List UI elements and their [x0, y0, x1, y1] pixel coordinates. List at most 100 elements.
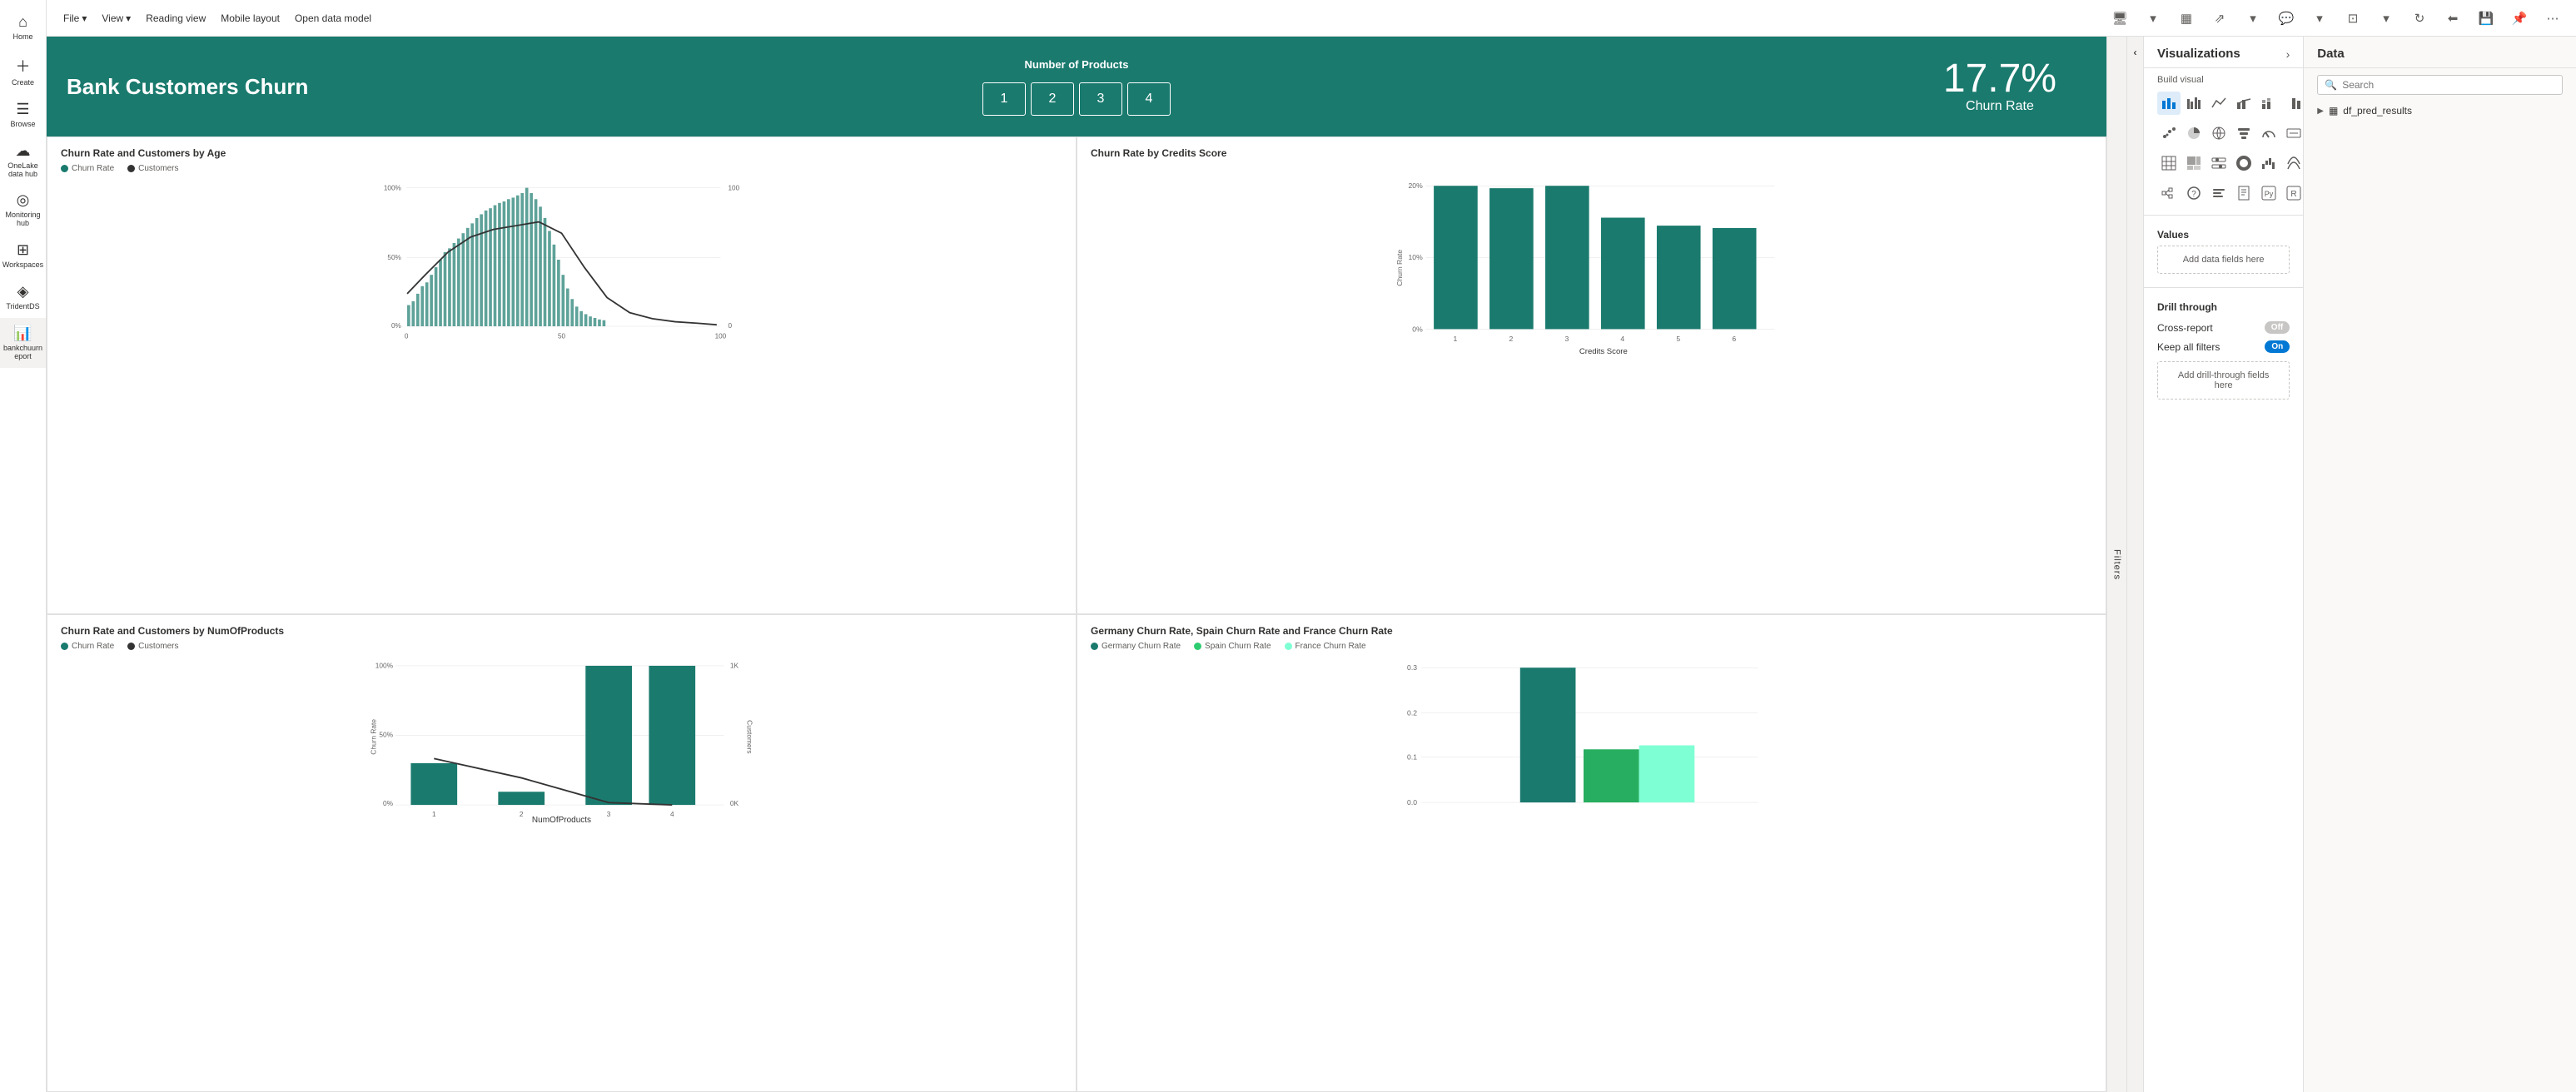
chart-age-legend: Churn Rate Customers [61, 164, 1062, 173]
reading-view-btn[interactable]: Reading view [139, 9, 212, 27]
topbar-menu: File ▾ View ▾ Reading view Mobile layout… [57, 9, 378, 27]
view-menu[interactable]: View ▾ [95, 9, 137, 27]
search-icon: 🔍 [2325, 79, 2337, 91]
sidebar-item-onelake[interactable]: ☁ OneLakedata hub [0, 136, 46, 186]
monitor-icon-btn[interactable]: 🖥 [2106, 5, 2133, 32]
viz-funnel-icon[interactable] [2232, 122, 2255, 145]
chart-numproducts-legend: Churn Rate Customers [61, 642, 1062, 651]
viz-column-chart-icon[interactable] [2282, 92, 2304, 115]
viz-scatter-icon[interactable] [2157, 122, 2181, 145]
more-icon-btn[interactable]: ⋯ [2539, 5, 2566, 32]
keep-filters-toggle[interactable]: On [2265, 340, 2290, 353]
sidebar-label-monitoring: Monitoringhub [5, 211, 40, 228]
table-icon-btn[interactable]: ▦ [2173, 5, 2200, 32]
viz-qa-icon[interactable]: ? [2182, 181, 2206, 205]
open-data-model-btn[interactable]: Open data model [288, 9, 378, 27]
chart-credits: Churn Rate by Credits Score 20% 10% 0% C… [1077, 136, 2106, 614]
viz-slicer-icon[interactable] [2207, 151, 2230, 175]
num-btn-2[interactable]: 2 [1031, 82, 1074, 116]
legend-dot-dark-1 [127, 165, 135, 172]
topbar-chevron-1[interactable]: ▾ [2140, 5, 2166, 32]
viz-donut-icon[interactable] [2232, 151, 2255, 175]
svg-text:Churn Rate: Churn Rate [1395, 250, 1404, 286]
frame-icon-btn[interactable]: ⊡ [2340, 5, 2366, 32]
mobile-layout-btn[interactable]: Mobile layout [214, 9, 286, 27]
viz-map-icon[interactable] [2207, 122, 2230, 145]
viz-panel: Visualizations › Build visual [2144, 37, 2304, 1092]
topbar-chevron-4[interactable]: ▾ [2373, 5, 2399, 32]
svg-text:?: ? [2191, 190, 2196, 199]
cross-report-toggle[interactable]: Off [2265, 321, 2290, 334]
viz-smart-narrative-icon[interactable] [2207, 181, 2230, 205]
filters-tab[interactable]: Filters [2106, 37, 2126, 1092]
keep-filters-label: Keep all filters [2157, 341, 2220, 353]
viz-waterfall-icon[interactable] [2257, 151, 2280, 175]
svg-text:2: 2 [1509, 335, 1514, 343]
num-btn-1[interactable]: 1 [982, 82, 1026, 116]
viz-combo-chart-icon[interactable] [2232, 92, 2255, 115]
viz-treemap-icon[interactable] [2182, 151, 2206, 175]
viz-expand-btn[interactable]: › [2286, 47, 2290, 61]
tridentds-icon: ◈ [17, 283, 29, 300]
svg-text:6: 6 [1732, 335, 1736, 343]
sidebar-item-report[interactable]: 📊 bankchuurneport [0, 318, 46, 368]
svg-text:Churn Rate: Churn Rate [370, 719, 378, 755]
svg-text:2: 2 [520, 810, 524, 817]
refresh-icon-btn[interactable]: ↻ [2406, 5, 2433, 32]
viz-line-chart-icon[interactable] [2207, 92, 2230, 115]
save-icon-btn[interactable]: 💾 [2473, 5, 2499, 32]
svg-text:3: 3 [607, 810, 611, 817]
num-btn-4[interactable]: 4 [1127, 82, 1171, 116]
viz-ribbon-icon[interactable] [2282, 151, 2304, 175]
credits-bar-1 [1434, 186, 1478, 329]
svg-text:0%: 0% [383, 799, 394, 807]
drillthrough-placeholder[interactable]: Add drill-through fields here [2157, 361, 2290, 400]
topbar-chevron-3[interactable]: ▾ [2306, 5, 2333, 32]
sidebar-item-workspaces[interactable]: ⊞ Workspaces [0, 235, 46, 276]
viz-card-icon[interactable] [2282, 122, 2304, 145]
share-icon-btn[interactable]: ⇗ [2206, 5, 2233, 32]
viz-paginated-icon[interactable] [2232, 181, 2255, 205]
data-tree-item-df[interactable]: ▶ ▦ df_pred_results [2304, 102, 2576, 120]
svg-text:50%: 50% [387, 254, 400, 261]
viz-grouped-bar-icon[interactable] [2182, 92, 2206, 115]
sidebar-item-home[interactable]: ⌂ Home [0, 7, 46, 48]
sidebar-item-create[interactable]: ＋ Create [0, 48, 46, 94]
back-icon-btn[interactable]: ⬅ [2439, 5, 2466, 32]
collapse-icon: ‹ [2134, 47, 2137, 58]
viz-stacked-bar-icon[interactable] [2257, 92, 2280, 115]
sidebar-label-browse: Browse [10, 121, 35, 129]
svg-text:100%: 100% [375, 662, 394, 670]
viz-pie-chart-icon[interactable] [2182, 122, 2206, 145]
comment-icon-btn[interactable]: 💬 [2273, 5, 2300, 32]
svg-text:0: 0 [405, 333, 409, 340]
spain-bar [1584, 749, 1639, 802]
collapse-btn[interactable]: ‹ [2127, 37, 2144, 1092]
legend-dot-germany [1091, 643, 1098, 650]
chart-credits-title: Churn Rate by Credits Score [1091, 147, 2092, 159]
credits-bar-5 [1657, 226, 1701, 329]
canvas: Bank Customers Churn Number of Products … [47, 37, 2106, 1092]
viz-matrix-icon[interactable] [2157, 151, 2181, 175]
viz-python-icon[interactable]: Py [2257, 181, 2280, 205]
sidebar-label-workspaces: Workspaces [2, 261, 43, 270]
viz-r-icon[interactable]: R [2282, 181, 2304, 205]
viz-gauge-icon[interactable] [2257, 122, 2280, 145]
values-section: Values Add data fields here [2144, 222, 2303, 280]
viz-bar-chart-icon[interactable] [2157, 92, 2181, 115]
drillthrough-section: Drill through Cross-report Off Keep all … [2144, 295, 2303, 406]
topbar-chevron-2[interactable]: ▾ [2240, 5, 2266, 32]
viz-decomp-icon[interactable] [2157, 181, 2181, 205]
chart-age: Churn Rate and Customers by Age Churn Ra… [47, 136, 1077, 614]
file-menu[interactable]: File ▾ [57, 9, 93, 27]
search-box: 🔍 [2317, 75, 2563, 95]
search-input[interactable] [2342, 79, 2555, 91]
values-placeholder[interactable]: Add data fields here [2157, 246, 2290, 274]
sidebar-label-create: Create [12, 79, 34, 87]
sidebar-item-browse[interactable]: ☰ Browse [0, 94, 46, 136]
legend-customers-3: Customers [127, 642, 178, 651]
num-btn-3[interactable]: 3 [1079, 82, 1122, 116]
pin-icon-btn[interactable]: 📌 [2506, 5, 2533, 32]
sidebar-item-tridentds[interactable]: ◈ TridentDS [0, 276, 46, 318]
sidebar-item-monitoring[interactable]: ◎ Monitoringhub [0, 185, 46, 235]
